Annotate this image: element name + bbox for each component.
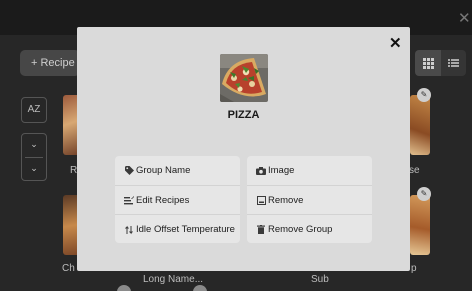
list-view-toggle[interactable] [441,50,466,76]
recipe-tile-image[interactable] [410,95,430,155]
image-label: Image [268,165,295,176]
grid-icon [423,58,434,69]
edit-recipes-label: Edit Recipes [136,195,190,206]
remove-group-button[interactable]: Remove Group [247,214,372,243]
chevron-down-icon[interactable]: ⌄ [22,132,46,156]
remove-image-icon [255,186,267,217]
remove-image-button[interactable]: Remove [247,185,372,214]
list-edit-icon [123,186,135,217]
close-icon[interactable]: ✕ [458,11,471,26]
edit-pencil-icon[interactable]: ✎ [417,187,431,201]
group-name-label: Group Name [136,165,191,176]
group-image [220,54,268,102]
recipe-tile-image[interactable] [410,195,430,255]
tag-icon [123,156,135,187]
remove-group-label: Remove Group [268,224,333,235]
recipe-tile-label: Long Name... [143,274,204,285]
list-icon [448,59,459,67]
idle-offset-temperature-label: Idle Offset Temperature [136,224,235,235]
idle-offset-temperature-button[interactable]: Idle Offset Temperature [115,214,240,243]
temperature-offset-icon [123,215,135,247]
camera-icon [255,156,267,187]
trash-icon [255,215,267,246]
edit-pencil-icon[interactable]: ✎ [417,88,431,102]
sort-az-button[interactable]: AZ [21,97,47,123]
recipe-tile-label: se [409,165,420,176]
scroll-buttons: ⌄ ⌄ [21,133,47,181]
remove-label: Remove [268,195,304,206]
recipe-tile-label: p [411,263,417,274]
image-button[interactable]: Image [247,156,372,185]
group-options-modal: ✕ PIZZA Group Name Edit Recipes Idle Off… [77,27,410,271]
add-recipe-button[interactable]: + Recipe [20,50,80,76]
edit-recipes-button[interactable]: Edit Recipes [115,185,240,214]
group-name-button[interactable]: Group Name [115,156,240,185]
recipe-tile-label: Sub [311,274,329,285]
close-icon[interactable]: ✕ [389,36,402,52]
group-title: PIZZA [227,109,260,121]
group-actions-panel: Group Name Edit Recipes Idle Offset Temp… [115,156,240,243]
grid-view-toggle[interactable] [415,50,441,76]
recipe-tile-label: Ch [62,263,75,274]
image-actions-panel: Image Remove Remove Group [247,156,372,243]
chevron-down-icon[interactable]: ⌄ [22,156,46,180]
